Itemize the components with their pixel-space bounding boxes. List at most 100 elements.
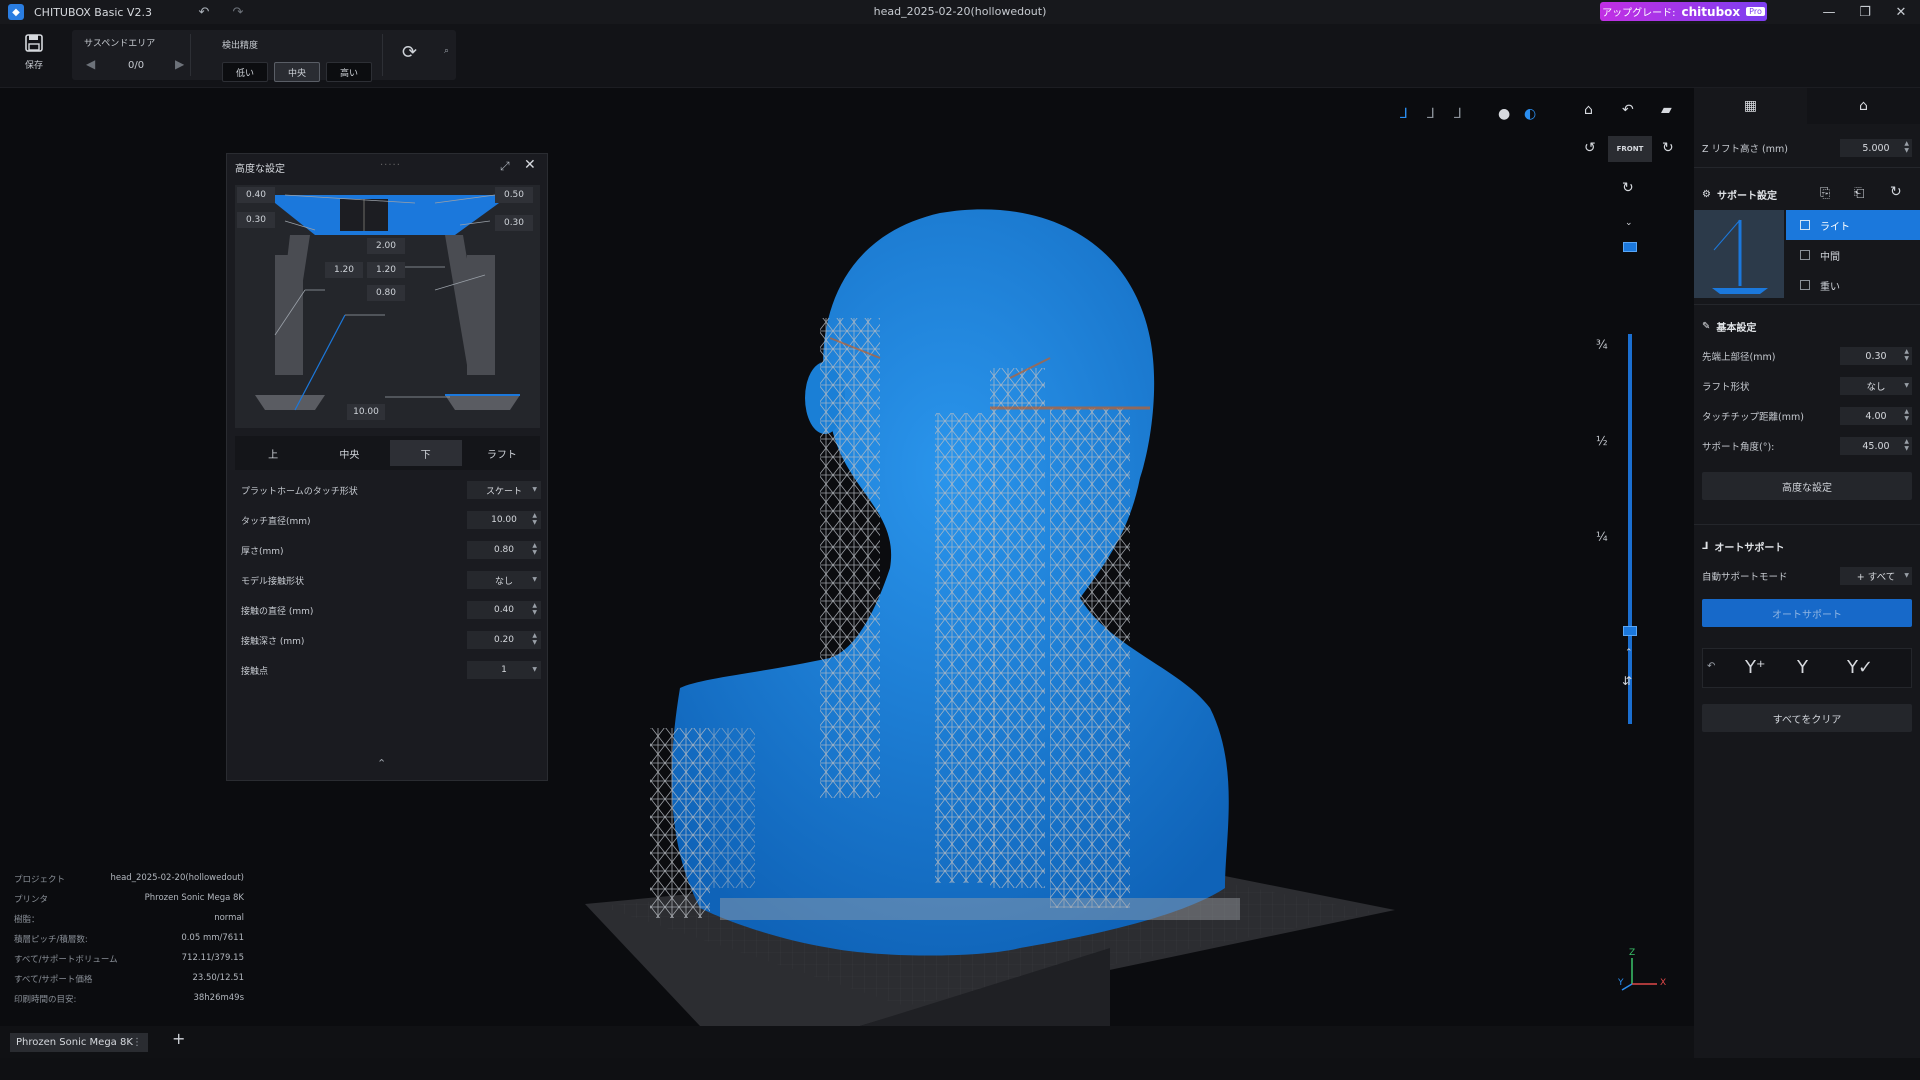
layer-slider-top-handle[interactable] <box>1623 242 1637 252</box>
param-input[interactable]: 10.00 ▲ ▼ <box>467 511 541 529</box>
solid-view-icon[interactable]: ● <box>1498 106 1510 122</box>
basic-param-value: 0.30 <box>1865 350 1887 362</box>
spinner-icon[interactable]: ▲ ▼ <box>532 602 537 616</box>
layer-slider-bottom-handle[interactable] <box>1623 626 1637 636</box>
home-view-icon[interactable]: ⌂ <box>1584 102 1593 118</box>
close-icon[interactable]: ✕ <box>524 157 536 173</box>
expand-icon[interactable]: ⤢ <box>500 159 510 174</box>
reset-icon[interactable]: ↻ <box>1890 184 1902 200</box>
export-icon[interactable]: ⎗ <box>1854 186 1864 201</box>
level-light-label: ライト <box>1820 221 1850 233</box>
view-cube-front[interactable]: FRONT <box>1608 136 1652 162</box>
upgrade-button[interactable]: アップグレード: chitubox Pro <box>1600 2 1767 21</box>
spinner-icon[interactable]: ▲ ▼ <box>1904 408 1909 422</box>
support-tool-3-icon[interactable]: ⅃ <box>1454 106 1462 122</box>
info-value: 23.50/12.51 <box>192 973 244 983</box>
basic-param-input[interactable]: なし ▼ <box>1840 377 1912 395</box>
level-heavy[interactable]: 重い <box>1786 270 1920 300</box>
spinner-icon[interactable]: ▲ ▼ <box>532 542 537 556</box>
reset-view-icon[interactable]: ↶ <box>1622 102 1634 118</box>
param-input[interactable]: スケート ▼ <box>467 481 541 499</box>
drag-handle-icon[interactable]: ····· <box>380 160 401 171</box>
precision-label: 検出精度 <box>222 41 259 51</box>
xray-view-icon[interactable]: ◐ <box>1524 106 1536 122</box>
layer-slider-track[interactable] <box>1628 334 1632 724</box>
more-icon[interactable]: ⋮ <box>132 1037 142 1048</box>
app-title: CHITUBOX Basic V2.3 <box>34 5 152 19</box>
bottom-bar: Phrozen Sonic Mega 8K ⋮ + <box>0 1026 1694 1058</box>
rotate-right-icon[interactable]: ↻ <box>1662 140 1674 156</box>
info-value: head_2025-02-20(hollowedout) <box>110 873 244 883</box>
z-lift-input[interactable]: 5.000 ▲ ▼ <box>1840 139 1912 157</box>
chevron-down-icon[interactable]: ⌄ <box>1625 218 1633 228</box>
diagram-label-mid-right: 1.20 <box>367 262 405 278</box>
chevron-down-icon: ▼ <box>532 576 537 583</box>
auto-support-label: オートサポート <box>1714 542 1785 554</box>
spinner-icon[interactable]: ▲ ▼ <box>1904 140 1909 154</box>
level-light[interactable]: ライト <box>1786 210 1920 240</box>
rotate-view-icon[interactable]: ↻ <box>1622 180 1634 196</box>
tab-bottom[interactable]: 下 <box>389 440 462 466</box>
refresh-icon[interactable]: ⟳ <box>402 42 417 63</box>
basic-param-input[interactable]: 4.00 ▲ ▼ <box>1840 407 1912 425</box>
param-input[interactable]: 1 ▼ <box>467 661 541 679</box>
param-label: 接触点 <box>241 666 269 677</box>
add-support-icon[interactable]: Y⁺ <box>1745 657 1766 678</box>
tab-middle[interactable]: 中央 <box>313 440 385 466</box>
spinner-icon[interactable]: ▲ ▼ <box>1904 348 1909 362</box>
param-label: タッチ直径(mm) <box>241 516 311 527</box>
basic-param-input[interactable]: 45.00 ▲ ▼ <box>1840 437 1912 455</box>
cube-view-icon[interactable]: ▰ <box>1661 102 1672 118</box>
chevron-up-icon[interactable]: ⌃ <box>1625 648 1633 658</box>
tab-support-edit-icon[interactable]: ▦ <box>1694 88 1807 124</box>
remove-support-icon[interactable]: Y <box>1797 657 1808 678</box>
undo-icon[interactable]: ↶ <box>194 5 214 20</box>
diagram-label-top-right-b: 0.30 <box>495 215 533 231</box>
tab-top[interactable]: 上 <box>237 440 309 466</box>
tab-print-settings-icon[interactable]: ⌂ <box>1807 88 1920 124</box>
rotate-left-icon[interactable]: ↺ <box>1584 140 1596 156</box>
import-icon[interactable]: ⎘ <box>1820 186 1830 201</box>
undo-small-icon[interactable]: ↶ <box>1707 661 1715 672</box>
basic-param-label: ラフト形状 <box>1702 382 1750 393</box>
param-input[interactable]: 0.20 ▲ ▼ <box>467 631 541 649</box>
advanced-settings-button[interactable]: 高度な設定 <box>1702 472 1912 500</box>
info-row: プロジェクト head_2025-02-20(hollowedout) <box>14 873 244 893</box>
tab-raft[interactable]: ラフト <box>466 440 538 466</box>
edit-support-icon[interactable]: Y✓ <box>1847 657 1873 678</box>
printer-tab[interactable]: Phrozen Sonic Mega 8K ⋮ <box>10 1033 148 1052</box>
redo-icon[interactable]: ↷ <box>228 5 248 20</box>
support-tool-2-icon[interactable]: ⅃ <box>1427 106 1435 122</box>
chevron-down-icon: ▼ <box>1904 572 1909 579</box>
basic-param-input[interactable]: 0.30 ▲ ▼ <box>1840 347 1912 365</box>
basic-param-row: ラフト形状 なし ▼ <box>1702 376 1912 396</box>
divider <box>190 34 191 76</box>
auto-mode-select[interactable]: + すべて ▼ <box>1840 567 1912 585</box>
spinner-icon[interactable]: ▲ ▼ <box>532 512 537 526</box>
minimize-icon[interactable]: — <box>1811 0 1847 24</box>
support-tool-1-icon[interactable]: ⅃ <box>1400 106 1408 122</box>
save-button[interactable]: 保存 <box>14 34 54 78</box>
basic-param-row: 先端上部径(mm) 0.30 ▲ ▼ <box>1702 346 1912 366</box>
spinner-icon[interactable]: ▲ ▼ <box>532 632 537 646</box>
level-medium[interactable]: 中間 <box>1786 240 1920 270</box>
auto-support-button[interactable]: オートサポート <box>1702 599 1912 627</box>
clear-all-button[interactable]: すべてをクリア <box>1702 704 1912 732</box>
swap-icon[interactable]: ⇵ <box>1622 674 1632 688</box>
param-input[interactable]: なし ▼ <box>467 571 541 589</box>
precision-mid-button[interactable]: 中央 <box>274 62 320 82</box>
param-input[interactable]: 0.40 ▲ ▼ <box>467 601 541 619</box>
suspend-prev-icon[interactable]: ◀ <box>86 57 95 71</box>
add-tab-icon[interactable]: + <box>172 1029 185 1048</box>
suspend-next-icon[interactable]: ▶ <box>175 57 184 71</box>
restore-icon[interactable]: ❐ <box>1847 0 1883 24</box>
panel-header[interactable]: 高度な設定 ····· ⤢ ✕ <box>227 154 547 180</box>
close-window-icon[interactable]: ✕ <box>1883 0 1919 24</box>
precision-low-button[interactable]: 低い <box>222 62 268 82</box>
param-input[interactable]: 0.80 ▲ ▼ <box>467 541 541 559</box>
param-row: 接触点 1 ▼ <box>241 660 541 680</box>
search-icon[interactable]: ⌕ <box>444 46 449 56</box>
spinner-icon[interactable]: ▲ ▼ <box>1904 438 1909 452</box>
precision-high-button[interactable]: 高い <box>326 62 372 82</box>
collapse-icon[interactable]: ⌃ <box>377 757 386 770</box>
